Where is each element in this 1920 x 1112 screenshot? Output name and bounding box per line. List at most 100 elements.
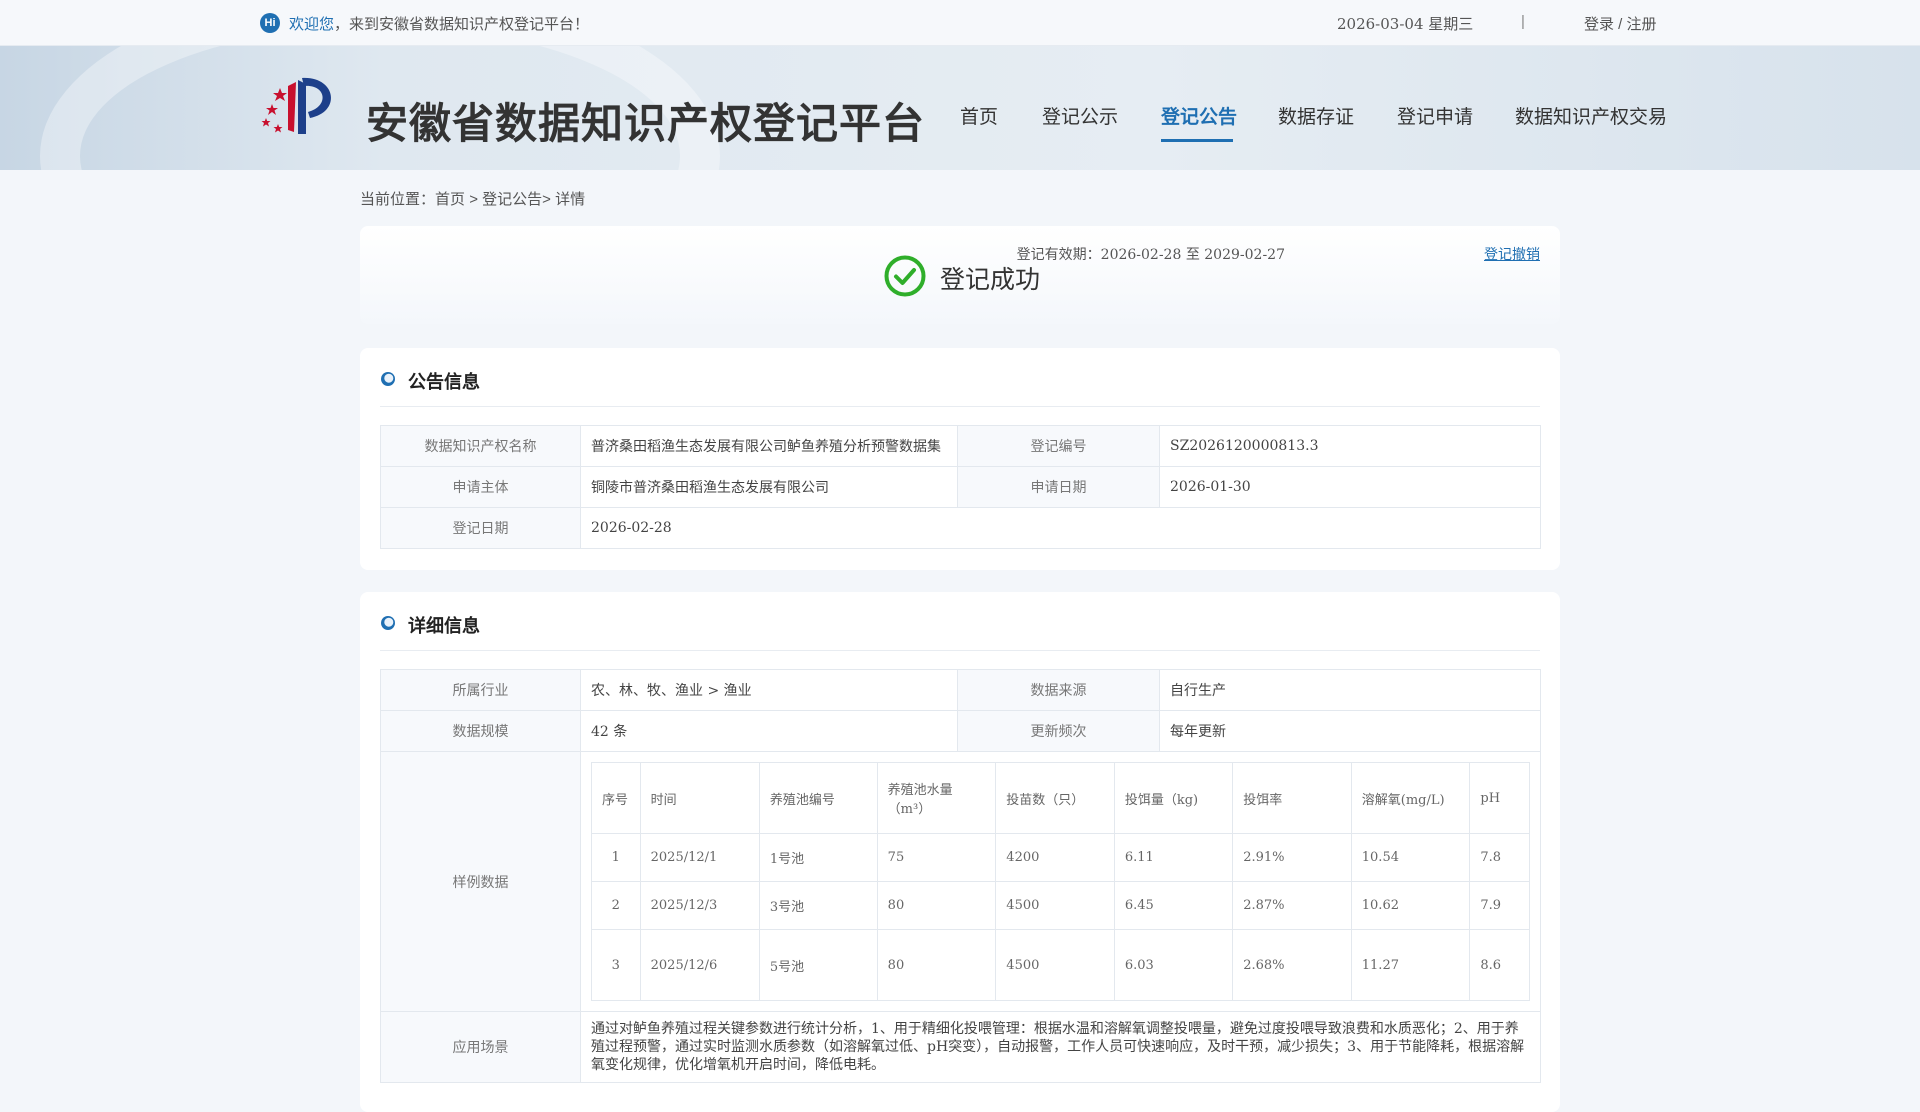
sample-cell: 2.91% — [1232, 833, 1352, 882]
nav-data-evidence[interactable]: 数据存证 — [1278, 102, 1354, 129]
sample-cell: 2025/12/3 — [639, 881, 760, 930]
breadcrumb-current: 详情 — [555, 191, 586, 208]
sample-header-row: 序号 时间 养殖池编号 养殖池水量（m³） 投苗数（只） 投饵量（kg) 投饵率… — [591, 762, 1530, 834]
section-divider — [380, 650, 1540, 651]
sample-cell: 6.03 — [1113, 929, 1234, 1001]
sample-header: pH — [1469, 762, 1530, 834]
sample-cell: 10.54 — [1350, 833, 1471, 882]
sample-cell: 3 — [591, 929, 641, 1001]
label-ip-name: 数据知识产权名称 — [380, 425, 581, 467]
nav-registration-apply[interactable]: 登记申请 — [1397, 102, 1473, 129]
welcome-text: 欢迎您，来到安徽省数据知识产权登记平台！ — [289, 13, 589, 34]
nav-active-underline — [1161, 139, 1233, 142]
sample-cell: 11.27 — [1350, 929, 1471, 1001]
label-application-scene: 应用场景 — [380, 1011, 581, 1083]
top-bar: Hi 欢迎您，来到安徽省数据知识产权登记平台！ 2026-03-04 星期三 |… — [0, 0, 1920, 46]
value-application-scene: 通过对鲈鱼养殖过程关键参数进行统计分析，1、用于精细化投喂管理：根据水温和溶解氧… — [580, 1011, 1541, 1083]
label-reg-date: 登记日期 — [380, 507, 581, 549]
sample-cell: 2.68% — [1232, 929, 1352, 1001]
detail-table: 所属行业 农、林、牧、渔业 > 渔业 数据来源 自行生产 数据规模 42 条 更… — [380, 669, 1541, 1083]
label-data-scale: 数据规模 — [380, 710, 581, 752]
sample-cell: 7.8 — [1469, 833, 1530, 882]
sample-cell: 80 — [876, 881, 997, 930]
site-header: 安徽省数据知识产权登记平台 首页 登记公示 登记公告 数据存证 登记申请 数据知… — [0, 46, 1920, 170]
nav-data-ip-trade[interactable]: 数据知识产权交易 — [1515, 102, 1667, 129]
label-data-source: 数据来源 — [957, 669, 1160, 711]
sample-cell: 4200 — [995, 833, 1115, 882]
sample-header: 序号 — [591, 762, 641, 834]
site-title: 安徽省数据知识产权登记平台 — [366, 99, 926, 148]
value-industry: 农、林、牧、渔业 > 渔业 — [580, 669, 958, 711]
sample-cell: 3号池 — [758, 881, 878, 930]
sample-data-cell: 序号 时间 养殖池编号 养殖池水量（m³） 投苗数（只） 投饵量（kg) 投饵率… — [580, 751, 1541, 1012]
section-title-detail: 详细信息 — [408, 616, 480, 637]
sample-header: 投饵量（kg) — [1113, 762, 1234, 834]
sample-data-table: 序号 时间 养殖池编号 养殖池水量（m³） 投苗数（只） 投饵量（kg) 投饵率… — [591, 762, 1530, 1001]
sample-cell: 2025/12/6 — [639, 929, 760, 1001]
welcome-highlight: 欢迎您 — [289, 16, 335, 33]
table-row: 样例数据 序号 时间 养殖池编号 养殖池水量（m³） 投苗数（只） 投饵量（kg… — [380, 751, 1541, 1012]
value-reg-number: SZ2026120000813.3 — [1159, 425, 1541, 467]
breadcrumb-home[interactable]: 首页 — [435, 191, 465, 208]
announcement-info-card: 公告信息 数据知识产权名称 普济桑田稻渔生态发展有限公司鲈鱼养殖分析预警数据集 … — [360, 348, 1560, 570]
value-data-source: 自行生产 — [1159, 669, 1541, 711]
current-date: 2026-03-04 星期三 — [1337, 15, 1474, 33]
sample-cell: 7.9 — [1469, 881, 1530, 930]
value-ip-name: 普济桑田稻渔生态发展有限公司鲈鱼养殖分析预警数据集 — [580, 425, 958, 467]
sample-header: 养殖池水量（m³） — [876, 762, 997, 834]
nav-registration-publicity[interactable]: 登记公示 — [1042, 102, 1118, 129]
label-update-frequency: 更新频次 — [957, 710, 1160, 752]
value-reg-date: 2026-02-28 — [580, 507, 1541, 549]
sample-header: 溶解氧(mg/L) — [1350, 762, 1471, 834]
value-applicant: 铜陵市普济桑田稻渔生态发展有限公司 — [580, 466, 958, 508]
sample-cell: 4500 — [995, 881, 1115, 930]
value-update-frequency: 每年更新 — [1159, 710, 1541, 752]
breadcrumb-section[interactable]: 登记公告 — [482, 191, 542, 208]
welcome-rest: ，来到安徽省数据知识产权登记平台！ — [334, 16, 590, 33]
sample-cell: 2025/12/1 — [639, 833, 760, 882]
label-sample-data: 样例数据 — [380, 751, 581, 1012]
label-apply-date: 申请日期 — [957, 466, 1160, 508]
sample-cell: 6.11 — [1113, 833, 1234, 882]
section-bullet-icon — [381, 616, 395, 630]
breadcrumb-sep: > — [465, 191, 483, 208]
sample-cell: 80 — [876, 929, 997, 1001]
nav-registration-announcement[interactable]: 登记公告 — [1161, 102, 1237, 129]
table-row: 3 2025/12/6 5号池 80 4500 6.03 2.68% 11.27… — [591, 929, 1530, 1001]
hi-icon: Hi — [260, 13, 280, 33]
detail-info-card: 详细信息 所属行业 农、林、牧、渔业 > 渔业 数据来源 自行生产 数据规模 4… — [360, 592, 1560, 1112]
sample-cell: 2.87% — [1232, 881, 1352, 930]
site-logo-icon[interactable] — [258, 72, 344, 142]
breadcrumb-prefix: 当前位置： — [360, 191, 436, 208]
announcement-table: 数据知识产权名称 普济桑田稻渔生态发展有限公司鲈鱼养殖分析预警数据集 登记编号 … — [380, 425, 1541, 549]
table-row: 2 2025/12/3 3号池 80 4500 6.45 2.87% 10.62… — [591, 881, 1530, 930]
registration-status-card: 登记有效期：2026-02-28 至 2029-02-27 登记撤销 登记成功 — [360, 226, 1560, 324]
revoke-registration-link[interactable]: 登记撤销 — [1484, 244, 1540, 264]
sample-header: 时间 — [639, 762, 760, 834]
breadcrumb: 当前位置：首页 > 登记公告> 详情 — [360, 188, 585, 209]
label-reg-number: 登记编号 — [957, 425, 1160, 467]
sample-cell: 8.6 — [1469, 929, 1530, 1001]
validity-period: 登记有效期：2026-02-28 至 2029-02-27 — [1016, 247, 1285, 263]
section-divider — [380, 406, 1540, 407]
label-applicant: 申请主体 — [380, 466, 581, 508]
section-title-announcement: 公告信息 — [408, 372, 480, 393]
login-register-link[interactable]: 登录 / 注册 — [1584, 13, 1657, 34]
value-data-scale: 42 条 — [580, 710, 958, 752]
sample-cell: 1号池 — [758, 833, 878, 882]
value-apply-date: 2026-01-30 — [1159, 466, 1541, 508]
sample-cell: 75 — [876, 833, 997, 882]
table-row: 应用场景 通过对鲈鱼养殖过程关键参数进行统计分析，1、用于精细化投喂管理：根据水… — [380, 1011, 1541, 1083]
sample-table-scroll[interactable]: 序号 时间 养殖池编号 养殖池水量（m³） 投苗数（只） 投饵量（kg) 投饵率… — [591, 752, 1530, 1011]
sample-cell: 5号池 — [758, 929, 878, 1001]
status-text: 登记成功 — [940, 265, 1041, 294]
label-industry: 所属行业 — [380, 669, 581, 711]
table-row: 数据知识产权名称 普济桑田稻渔生态发展有限公司鲈鱼养殖分析预警数据集 登记编号 … — [380, 425, 1541, 467]
nav-home[interactable]: 首页 — [960, 102, 998, 129]
sample-header: 投饵率 — [1232, 762, 1352, 834]
topbar-separator: | — [1521, 13, 1525, 30]
table-row: 所属行业 农、林、牧、渔业 > 渔业 数据来源 自行生产 — [380, 669, 1541, 711]
section-bullet-icon — [381, 372, 395, 386]
check-circle-icon — [884, 255, 926, 297]
sample-header: 投苗数（只） — [995, 762, 1115, 834]
